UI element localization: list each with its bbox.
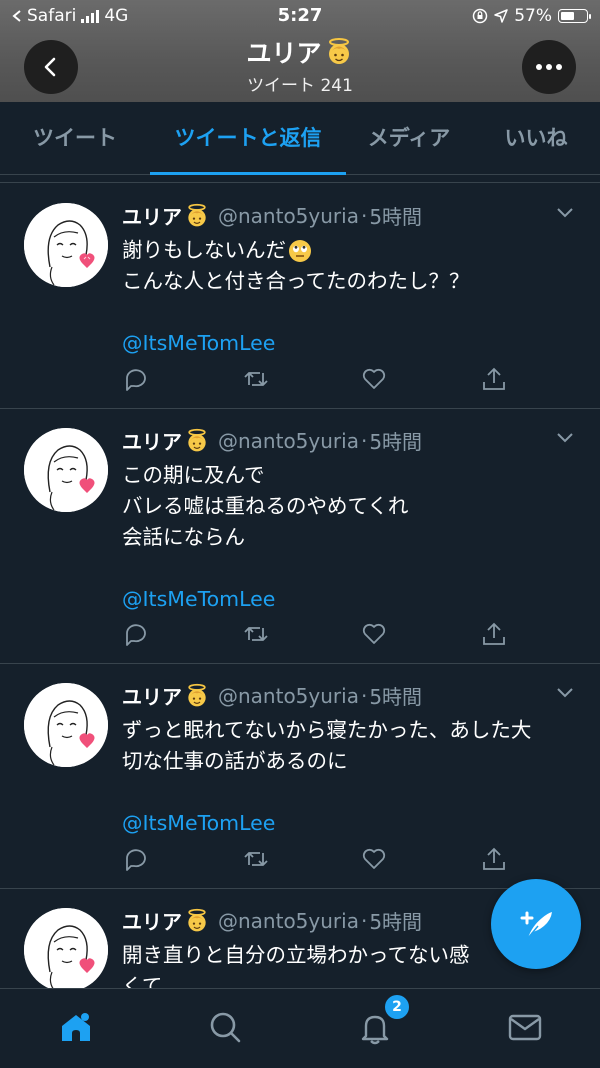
tweet-time: 5時間 [369,910,423,934]
handle-separator: · [360,683,368,708]
compose-tweet-button[interactable] [491,879,581,969]
mention-link[interactable]: @ItsMeTomLee [122,328,582,359]
reply-icon[interactable] [122,620,150,648]
angel-emoji-icon [188,908,206,931]
tweet-item[interactable]: ユリア @nanto5yuria · 5時間 謝りもしないんだ こんな人と付き合… [0,183,600,409]
tab-media[interactable]: メディア [346,102,472,174]
handle-separator: · [360,203,368,228]
home-icon[interactable] [58,1009,94,1045]
author-name[interactable]: ユリア [122,906,182,935]
tweet-item[interactable]: ユリア @nanto5yuria · 5時間 この期に及んで バレる嘘は重ねるの… [0,408,600,664]
author-handle[interactable]: @nanto5yuria [218,204,359,228]
profile-name: ユリア [246,39,322,68]
mention-link[interactable]: @ItsMeTomLee [122,808,582,839]
messages-envelope-icon[interactable] [507,1009,543,1045]
tweet-header: ユリア @nanto5yuria · 5時間 [122,906,422,935]
tab-tweets-and-replies[interactable]: ツイートと返信 [150,102,346,174]
more-options-button[interactable] [522,40,576,94]
compose-feather-icon [520,911,552,939]
avatar-drawing-icon [24,908,108,989]
avatar[interactable] [24,428,108,512]
handle-separator: · [360,428,368,453]
tweet-text: ずっと眠れてないから寝たかった、あした大 切な仕事の話があるのに @ItsMeT… [122,715,582,839]
notification-badge: 2 [383,993,411,1021]
avatar-drawing-icon [24,683,108,767]
avatar-drawing-icon [24,203,108,287]
more-dots-icon [536,64,562,70]
tweet-time: 5時間 [369,205,423,229]
chevron-down-icon[interactable] [556,687,574,699]
chevron-down-icon[interactable] [556,207,574,219]
share-icon[interactable] [480,620,508,648]
tweet-line: この期に及んで [122,463,265,487]
reply-icon[interactable] [122,365,150,393]
tweet-time: 5時間 [369,685,423,709]
author-name[interactable]: ユリア [122,681,182,710]
tweet-header: ユリア @nanto5yuria · 5時間 [122,201,422,230]
tweet-line: 切な仕事の話があるのに [122,749,348,773]
reply-icon[interactable] [122,845,150,873]
mention-link[interactable]: @ItsMeTomLee [122,584,582,615]
tweet-text: この期に及んで バレる嘘は重ねるのやめてくれ 会話にならん @ItsMeTomL… [122,460,582,615]
tweet-line: ずっと眠れてないから寝たかった、あした大 [122,718,532,742]
tweet-line: バレる嘘は重ねるのやめてくれ [122,494,409,518]
angel-emoji-icon [188,203,206,226]
retweet-icon[interactable] [242,620,270,648]
chevron-down-icon[interactable] [556,432,574,444]
battery-icon [558,9,591,23]
author-handle[interactable]: @nanto5yuria [218,429,359,453]
page-title: ユリア [246,34,353,70]
profile-tabs: ツイート ツイートと返信 メディア いいね [0,102,600,175]
retweet-icon[interactable] [242,365,270,393]
tweet-header: ユリア @nanto5yuria · 5時間 [122,681,422,710]
avatar[interactable] [24,908,108,989]
tweet-feed[interactable]: ユリア @nanto5yuria · 5時間 謝りもしないんだ こんな人と付き合… [0,182,600,989]
battery-percent: 57% [514,6,552,26]
tweet-actions [122,845,522,873]
tab-likes[interactable]: いいね [472,102,600,174]
author-name[interactable]: ユリア [122,426,182,455]
bottom-navigation: 2 [0,988,600,1068]
active-tab-indicator [150,172,346,175]
search-icon[interactable] [207,1009,243,1045]
author-handle[interactable]: @nanto5yuria [218,684,359,708]
avatar[interactable] [24,203,108,287]
tweet-line: 謝りもしないんだ [122,238,286,262]
tweet-item[interactable]: ユリア @nanto5yuria · 5時間 ずっと眠れてないから寝たかった、あ… [0,663,600,889]
orientation-lock-icon [472,8,488,24]
author-handle[interactable]: @nanto5yuria [218,909,359,933]
like-heart-icon[interactable] [360,365,388,393]
tweet-time: 5時間 [369,430,423,454]
retweet-icon[interactable] [242,845,270,873]
author-name[interactable]: ユリア [122,201,182,230]
eye-roll-emoji-icon [289,239,311,262]
tweet-line: 会話にならん [122,525,245,549]
location-icon [494,9,508,23]
avatar-drawing-icon [24,428,108,512]
tweet-count: ツイート 241 [247,76,353,96]
profile-header: Safari 4G 5:27 57% ユリア ツイート 241 [0,0,600,102]
tab-tweets[interactable]: ツイート [0,102,150,174]
angel-emoji-icon [328,38,349,64]
tweet-actions [122,365,522,393]
angel-emoji-icon [188,428,206,451]
handle-separator: · [360,908,368,933]
share-icon[interactable] [480,845,508,873]
avatar[interactable] [24,683,108,767]
share-icon[interactable] [480,365,508,393]
tweet-text: 謝りもしないんだ こんな人と付き合ってたのわたし？？ @ItsMeTomLee [122,235,582,359]
header-title-block: ユリア ツイート 241 [0,34,600,96]
tweet-header: ユリア @nanto5yuria · 5時間 [122,426,422,455]
like-heart-icon[interactable] [360,845,388,873]
tweet-actions [122,620,522,648]
tweet-line: くて [122,974,163,989]
like-heart-icon[interactable] [360,620,388,648]
status-bar: Safari 4G 5:27 57% [0,0,600,34]
tweet-line: こんな人と付き合ってたのわたし？？ [122,269,470,293]
angel-emoji-icon [188,683,206,706]
